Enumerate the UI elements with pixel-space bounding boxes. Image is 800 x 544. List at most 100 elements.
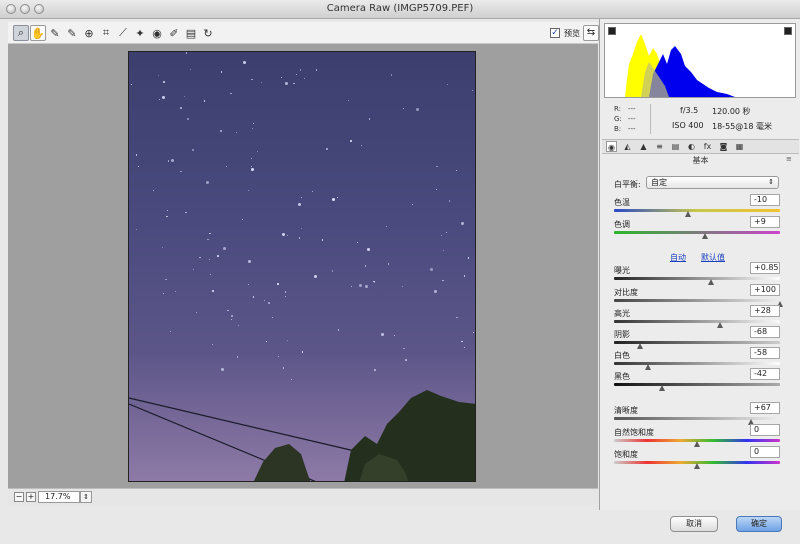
lens-value: 18-55@18 毫米	[712, 122, 772, 131]
slider-5-thumb[interactable]	[637, 343, 644, 349]
zoom-tool-icon[interactable]: ⌕	[13, 25, 29, 41]
info-divider	[650, 104, 651, 134]
tab-split-toning-icon[interactable]: ▤	[670, 141, 681, 152]
window-title: Camera Raw (IMGP5709.PEF)	[326, 3, 474, 14]
status-bar: − + 17.7% ⇕	[8, 488, 598, 505]
zoom-out-button[interactable]: −	[14, 492, 24, 502]
slider-4-value-field[interactable]: +28	[750, 305, 780, 317]
slider-9-thumb[interactable]	[693, 441, 701, 447]
slider-2-label: 曝光	[614, 266, 630, 275]
preview-checkbox[interactable]: ✓	[550, 28, 560, 38]
zoom-menu-button[interactable]: ⇕	[80, 491, 92, 503]
shutter-value: 120.00 秒	[712, 107, 751, 116]
slider-0-thumb[interactable]	[685, 211, 692, 217]
slider-1-value-field[interactable]: +9	[750, 216, 780, 228]
slider-10-thumb[interactable]	[693, 463, 701, 469]
slider-2-thumb[interactable]	[708, 279, 715, 285]
tab-effects-icon[interactable]: fx	[702, 141, 713, 152]
adjustment-brush-tool-icon[interactable]: ✐	[166, 25, 182, 41]
histogram	[604, 23, 796, 98]
r-label: R:	[614, 105, 622, 113]
b-label: B:	[614, 125, 622, 133]
slider-4-track[interactable]	[614, 320, 780, 323]
ok-button[interactable]: 确定	[736, 516, 782, 532]
image-info: R: --- G: --- B: --- f/3.5 120.00 秒 ISO …	[600, 101, 800, 139]
r-value: ---	[628, 105, 636, 113]
photo-preview[interactable]	[128, 51, 476, 482]
slider-4-label: 高光	[614, 309, 630, 318]
tree-silhouette	[253, 444, 311, 481]
red-eye-tool-icon[interactable]: ◉	[149, 25, 165, 41]
panel-title: 基本	[692, 156, 709, 165]
zoom-in-button[interactable]: +	[26, 492, 36, 502]
white-balance-value: 自定	[651, 178, 667, 187]
panel-tabs: ◉ ◭ ▲ ≡ ▤ ◐ fx ◙ ▦	[602, 139, 799, 154]
image-canvas[interactable]	[8, 44, 598, 488]
hand-tool-icon[interactable]: ✋	[30, 25, 46, 41]
slider-8-value-field[interactable]: +67	[750, 402, 780, 414]
slider-3-label: 对比度	[614, 288, 638, 297]
slider-2-value-field[interactable]: +0.85	[750, 262, 780, 274]
cancel-button[interactable]: 取消	[670, 516, 718, 532]
slider-3-track[interactable]	[614, 299, 780, 302]
slider-10-label: 饱和度	[614, 450, 638, 459]
slider-7-label: 黑色	[614, 372, 630, 381]
slider-9-value-field[interactable]: 0	[750, 424, 780, 436]
slider-4-thumb[interactable]	[716, 322, 724, 328]
slider-5-value-field[interactable]: -68	[750, 326, 780, 338]
highlight-clipping-warning-icon[interactable]	[784, 27, 792, 35]
auto-link[interactable]: 自动	[670, 252, 686, 263]
tab-tone-curve-icon[interactable]: ◭	[622, 141, 633, 152]
graduated-filter-tool-icon[interactable]: ▤	[183, 25, 199, 41]
slider-1-label: 色调	[614, 220, 630, 229]
tab-camera-calibration-icon[interactable]: ◙	[718, 141, 729, 152]
slider-6-value-field[interactable]: -58	[750, 347, 780, 359]
white-balance-tool-icon[interactable]: ✎	[47, 25, 63, 41]
slider-2-track[interactable]	[614, 277, 780, 280]
default-link[interactable]: 默认值	[701, 252, 725, 263]
select-arrow-icon: ⇕	[768, 178, 774, 186]
straighten-tool-icon[interactable]: ⟋	[115, 25, 131, 41]
right-panel: R: --- G: --- B: --- f/3.5 120.00 秒 ISO …	[599, 19, 800, 510]
slider-9-label: 自然饱和度	[614, 428, 654, 437]
toolbar: ⌕ ✋ ✎ ✎ ⊕ ⌗ ⟋ ✦ ◉ ✐ ▤ ↻ ✓ 预览 ⇆	[8, 22, 599, 44]
tab-presets-icon[interactable]: ▦	[734, 141, 745, 152]
shadow-clipping-warning-icon[interactable]	[608, 27, 616, 35]
slider-0-track[interactable]	[614, 209, 780, 212]
b-value: ---	[628, 125, 636, 133]
g-label: G:	[614, 115, 622, 123]
spot-removal-tool-icon[interactable]: ✦	[132, 25, 148, 41]
slider-0-value-field[interactable]: -10	[750, 194, 780, 206]
slider-7-value-field[interactable]: -42	[750, 368, 780, 380]
white-balance-select[interactable]: 自定 ⇕	[646, 176, 779, 189]
slider-1-track[interactable]	[614, 231, 780, 234]
tab-lens-corrections-icon[interactable]: ◐	[686, 141, 697, 152]
crop-tool-icon[interactable]: ⌗	[98, 25, 114, 41]
panel-menu-icon[interactable]: ≡	[786, 155, 792, 163]
fullscreen-toggle-button[interactable]: ⇆	[583, 25, 599, 41]
slider-6-thumb[interactable]	[645, 364, 652, 370]
slider-0-label: 色温	[614, 198, 630, 207]
rotate-tool-icon[interactable]: ↻	[200, 25, 216, 41]
slider-5-label: 阴影	[614, 330, 630, 339]
tab-basic-icon[interactable]: ◉	[606, 141, 617, 152]
slider-8-label: 清晰度	[614, 406, 638, 415]
slider-3-value-field[interactable]: +100	[750, 284, 780, 296]
tab-hsl-icon[interactable]: ≡	[654, 141, 665, 152]
iso-value: ISO 400	[672, 121, 704, 130]
preview-label: 预览	[564, 29, 580, 38]
title-bar: Camera Raw (IMGP5709.PEF)	[0, 0, 800, 19]
color-sampler-tool-icon[interactable]: ✎	[64, 25, 80, 41]
slider-7-thumb[interactable]	[658, 385, 666, 391]
slider-6-track[interactable]	[614, 362, 780, 365]
aperture-value: f/3.5	[680, 106, 699, 115]
power-line	[129, 397, 360, 453]
slider-10-value-field[interactable]: 0	[750, 446, 780, 458]
slider-7-track[interactable]	[614, 383, 780, 386]
zoom-level-field[interactable]: 17.7%	[38, 491, 80, 503]
white-balance-label: 白平衡:	[614, 180, 641, 189]
g-value: ---	[628, 115, 636, 123]
slider-1-thumb[interactable]	[701, 233, 709, 239]
tab-detail-icon[interactable]: ▲	[638, 141, 649, 152]
targeted-adjustment-tool-icon[interactable]: ⊕	[81, 25, 97, 41]
